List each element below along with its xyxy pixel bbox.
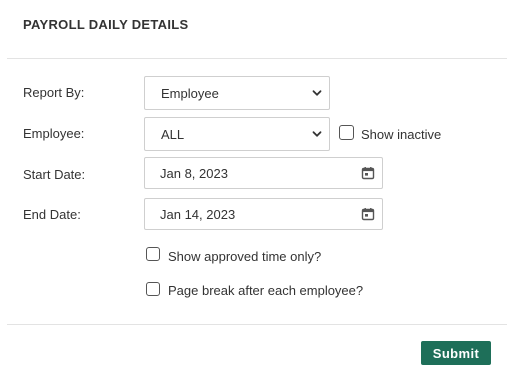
end-date-label: End Date: xyxy=(23,207,81,222)
calendar-icon[interactable] xyxy=(361,207,375,221)
end-date-value: Jan 14, 2023 xyxy=(160,207,236,222)
dialog-title: PAYROLL DAILY DETAILS xyxy=(23,17,189,32)
chevron-down-icon xyxy=(312,131,322,137)
report-by-select[interactable]: Employee xyxy=(144,76,330,110)
chevron-down-icon xyxy=(312,90,322,96)
employee-value: ALL xyxy=(161,127,185,142)
submit-button[interactable]: Submit xyxy=(421,341,491,365)
show-inactive-label[interactable]: Show inactive xyxy=(361,127,441,142)
start-date-input[interactable]: Jan 8, 2023 xyxy=(144,157,383,189)
start-date-value: Jan 8, 2023 xyxy=(160,166,228,181)
employee-label: Employee: xyxy=(23,126,85,141)
start-date-label: Start Date: xyxy=(23,167,86,182)
page-break-label[interactable]: Page break after each employee? xyxy=(168,283,363,298)
footer-divider xyxy=(7,324,507,325)
report-by-label: Report By: xyxy=(23,85,85,100)
page-break-checkbox[interactable] xyxy=(146,282,160,296)
approved-only-label[interactable]: Show approved time only? xyxy=(168,249,321,264)
header-divider xyxy=(7,58,507,59)
calendar-icon[interactable] xyxy=(361,166,375,180)
employee-select[interactable]: ALL xyxy=(144,117,330,151)
approved-only-checkbox[interactable] xyxy=(146,247,160,261)
payroll-daily-details-dialog: PAYROLL DAILY DETAILS Report By: Employe… xyxy=(0,0,514,381)
show-inactive-checkbox[interactable] xyxy=(339,125,354,140)
end-date-input[interactable]: Jan 14, 2023 xyxy=(144,198,383,230)
report-by-value: Employee xyxy=(161,86,219,101)
